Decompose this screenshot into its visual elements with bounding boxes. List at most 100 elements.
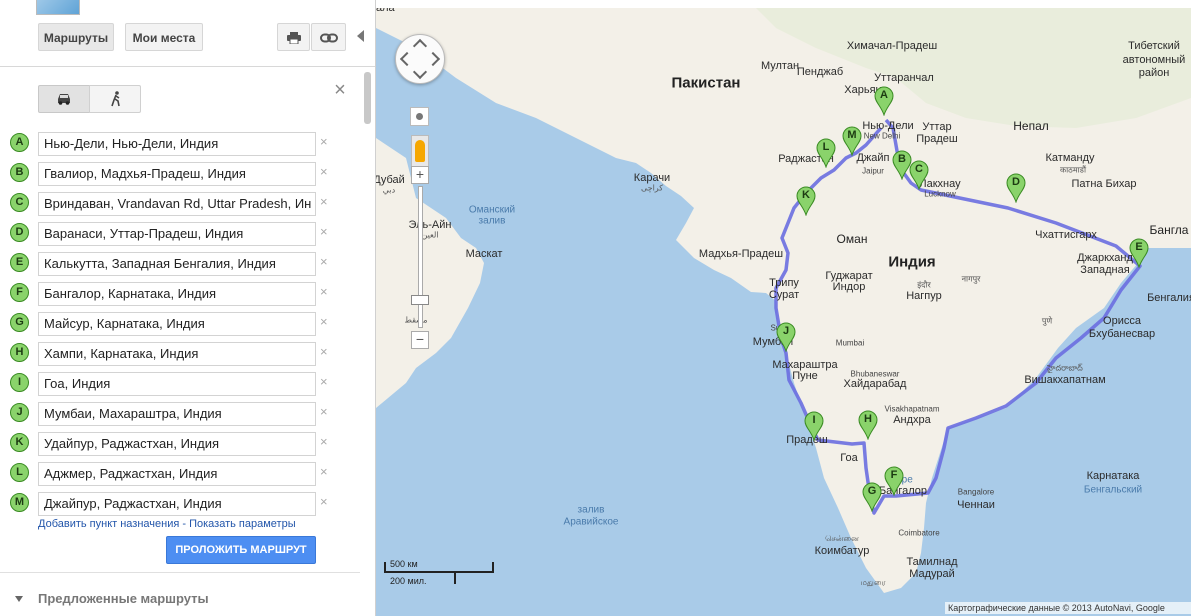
route-marker-letter: H	[864, 413, 872, 425]
route-marker-h-icon[interactable]: H	[858, 410, 878, 440]
remove-waypoint-icon[interactable]: ×	[320, 464, 328, 479]
map-label: Непал	[1013, 119, 1049, 133]
pan-control[interactable]	[395, 34, 445, 84]
waypoint-marker-icon[interactable]: C	[10, 193, 29, 212]
remove-waypoint-icon[interactable]: ×	[320, 344, 328, 359]
waypoint-marker-icon[interactable]: I	[10, 373, 29, 392]
remove-waypoint-icon[interactable]: ×	[320, 494, 328, 509]
waypoint-marker-icon[interactable]: E	[10, 253, 29, 272]
add-destination-link[interactable]: Добавить пункт назначения - Показать пар…	[38, 518, 296, 530]
route-marker-a-icon[interactable]: A	[874, 86, 894, 116]
map-label: Visakhapatnam	[884, 404, 940, 414]
route-marker-k-icon[interactable]: K	[796, 186, 816, 216]
route-marker-f-icon[interactable]: F	[884, 466, 904, 496]
remove-waypoint-icon[interactable]: ×	[320, 224, 328, 239]
remove-waypoint-icon[interactable]: ×	[320, 194, 328, 209]
pan-down-icon[interactable]	[412, 64, 428, 80]
route-marker-l-icon[interactable]: L	[816, 138, 836, 168]
map-label: Керала	[376, 8, 395, 14]
pan-right-icon[interactable]	[425, 51, 441, 67]
zoom-out-button[interactable]: −	[411, 331, 429, 349]
routes-button[interactable]: Маршруты	[38, 23, 114, 51]
map-copyright: Картографические данные © 2013 AutoNavi,…	[945, 602, 1191, 614]
waypoint-row: K Удайпур, Раджастхан, Индия ×	[10, 432, 340, 456]
waypoint-input[interactable]: Мумбаи, Махараштра, Индия	[38, 402, 316, 426]
map-label: Хайдарабад	[843, 378, 907, 390]
remove-waypoint-icon[interactable]: ×	[320, 434, 328, 449]
my-location-button[interactable]	[410, 107, 429, 126]
print-button[interactable]	[277, 23, 310, 51]
remove-waypoint-icon[interactable]: ×	[320, 254, 328, 269]
map-label: Джаркханд	[1077, 252, 1133, 264]
route-marker-letter: F	[890, 469, 898, 481]
close-directions-icon[interactable]: ×	[331, 79, 349, 102]
remove-waypoint-icon[interactable]: ×	[320, 374, 328, 389]
get-directions-button[interactable]: ПРОЛОЖИТЬ МАРШРУТ	[166, 536, 316, 564]
map-label: Катманду	[1045, 152, 1095, 164]
waypoint-input[interactable]: Варанаси, Уттар-Прадеш, Индия	[38, 222, 316, 246]
route-marker-letter: E	[1135, 241, 1143, 253]
map-label: Бихар	[1105, 178, 1137, 190]
waypoint-input[interactable]: Удайпур, Раджастхан, Индия	[38, 432, 316, 456]
waypoint-input[interactable]: Вриндаван, Vrandavan Rd, Uttar Pradesh, …	[38, 192, 316, 216]
zoom-in-button[interactable]: +	[411, 166, 429, 184]
waypoint-input[interactable]: Аджмер, Раджастхан, Индия	[38, 462, 316, 486]
map-label: Коимбатур	[814, 545, 870, 557]
map-label: Оманский	[468, 204, 516, 216]
suggested-routes-heading[interactable]: Предложенные маршруты	[38, 591, 209, 606]
waypoint-marker-icon[interactable]: L	[10, 463, 29, 482]
map-view[interactable]: Пакистан Индия Непал Бангла Тибетский автоном…	[376, 8, 1191, 616]
pan-up-icon[interactable]	[412, 38, 428, 54]
expand-triangle-icon[interactable]	[15, 596, 23, 602]
route-marker-i-icon[interactable]: I	[804, 411, 824, 441]
waypoint-input[interactable]: Калькутта, Западная Бенгалия, Индия	[38, 252, 316, 276]
remove-waypoint-icon[interactable]: ×	[320, 134, 328, 149]
mode-driving-button[interactable]	[38, 85, 90, 113]
waypoint-marker-icon[interactable]: G	[10, 313, 29, 332]
route-marker-e-icon[interactable]: E	[1129, 238, 1149, 268]
waypoint-marker-icon[interactable]: J	[10, 403, 29, 422]
remove-waypoint-icon[interactable]: ×	[320, 164, 328, 179]
waypoint-input[interactable]: Джайпур, Раджастхан, Индия	[38, 492, 316, 516]
waypoint-input[interactable]: Гвалиор, Мадхья-Прадеш, Индия	[38, 162, 316, 186]
waypoint-input[interactable]: Гоа, Индия	[38, 372, 316, 396]
remove-waypoint-icon[interactable]: ×	[320, 404, 328, 419]
link-button[interactable]	[311, 23, 346, 51]
map-label: Бангла	[1149, 223, 1189, 237]
route-marker-letter: D	[1012, 176, 1020, 188]
waypoint-marker-icon[interactable]: B	[10, 163, 29, 182]
map-label: Уттар	[922, 121, 952, 133]
map-label: New Delhi	[863, 131, 901, 141]
waypoint-marker-icon[interactable]: K	[10, 433, 29, 452]
waypoint-marker-icon[interactable]: M	[10, 493, 29, 512]
remove-waypoint-icon[interactable]: ×	[320, 314, 328, 329]
walk-icon	[111, 91, 120, 107]
street-view-pegman[interactable]	[411, 135, 429, 167]
route-marker-g-icon[interactable]: G	[862, 482, 882, 512]
waypoint-marker-icon[interactable]: H	[10, 343, 29, 362]
route-marker-d-icon[interactable]: D	[1006, 173, 1026, 203]
waypoint-input[interactable]: Бангалор, Карнатака, Индия	[38, 282, 316, 306]
waypoint-marker-icon[interactable]: D	[10, 223, 29, 242]
remove-waypoint-icon[interactable]: ×	[320, 284, 328, 299]
route-marker-m-icon[interactable]: M	[842, 126, 862, 156]
pan-left-icon[interactable]	[399, 51, 415, 67]
map-label: Мадхья-Прадеш	[698, 248, 784, 260]
zoom-slider-track[interactable]	[418, 186, 423, 328]
scrollbar[interactable]	[364, 72, 371, 124]
waypoint-row: C Вриндаван, Vrandavan Rd, Uttar Pradesh,…	[10, 192, 340, 216]
waypoint-input[interactable]: Майсур, Карнатака, Индия	[38, 312, 316, 336]
collapse-panel-icon[interactable]	[357, 30, 364, 42]
waypoint-input[interactable]: Нью-Дели, Нью-Дели, Индия	[38, 132, 316, 156]
waypoint-row: B Гвалиор, Мадхья-Прадеш, Индия ×	[10, 162, 340, 186]
waypoint-marker-icon[interactable]: A	[10, 133, 29, 152]
route-marker-j-icon[interactable]: J	[776, 322, 796, 352]
map-label: Западная	[1080, 264, 1130, 276]
route-marker-c-icon[interactable]: C	[909, 160, 929, 190]
waypoint-marker-icon[interactable]: F	[10, 283, 29, 302]
my-places-button[interactable]: Мои места	[125, 23, 203, 51]
waypoint-input[interactable]: Хампи, Карнатака, Индия	[38, 342, 316, 366]
zoom-slider-thumb[interactable]	[411, 295, 429, 305]
mode-walking-button[interactable]	[89, 85, 141, 113]
map-label: इंदौर	[917, 280, 931, 290]
